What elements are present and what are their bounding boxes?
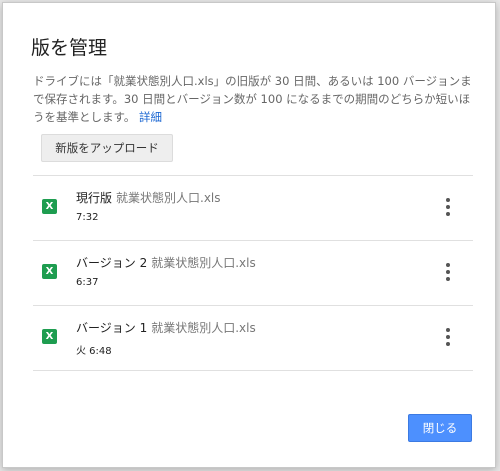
version-list: X 現行版 就業状態別人口.xls 7:32 X バージョン 2 就業状態別人口.x… bbox=[33, 175, 473, 371]
more-options-icon[interactable] bbox=[441, 328, 455, 346]
description-text: ドライブには「就業状態別人口.xls」の旧版が 30 日間、あるいは 100 バ… bbox=[33, 74, 472, 124]
more-options-icon[interactable] bbox=[441, 263, 455, 281]
close-button[interactable]: 閉じる bbox=[408, 414, 472, 442]
version-row-2: X バージョン 2 就業状態別人口.xls 6:37 bbox=[33, 240, 473, 305]
version-time: 6:37 bbox=[76, 277, 99, 288]
version-title-line: 現行版 就業状態別人口.xls bbox=[76, 189, 221, 206]
more-options-icon[interactable] bbox=[441, 198, 455, 216]
dot bbox=[446, 263, 450, 267]
version-filename: 就業状態別人口.xls bbox=[151, 256, 256, 270]
dot bbox=[446, 342, 450, 346]
learn-more-link[interactable]: 詳細 bbox=[139, 110, 162, 124]
dot bbox=[446, 270, 450, 274]
upload-new-version-button[interactable]: 新版をアップロード bbox=[41, 134, 173, 162]
dot bbox=[446, 277, 450, 281]
version-time: 7:32 bbox=[76, 212, 99, 223]
dialog-description: ドライブには「就業状態別人口.xls」の旧版が 30 日間、あるいは 100 バ… bbox=[33, 72, 473, 126]
version-row-1: X バージョン 1 就業状態別人口.xls 火 6:48 bbox=[33, 305, 473, 371]
dot bbox=[446, 205, 450, 209]
dot bbox=[446, 212, 450, 216]
version-title-line: バージョン 1 就業状態別人口.xls bbox=[76, 319, 256, 336]
version-time: 火 6:48 bbox=[76, 346, 112, 357]
excel-file-icon: X bbox=[42, 329, 57, 344]
version-label: バージョン 1 bbox=[76, 321, 148, 335]
excel-file-icon: X bbox=[42, 199, 57, 214]
version-filename: 就業状態別人口.xls bbox=[116, 191, 221, 205]
dot bbox=[446, 198, 450, 202]
version-row-current: X 現行版 就業状態別人口.xls 7:32 bbox=[33, 175, 473, 240]
dialog-title: 版を管理 bbox=[31, 37, 108, 59]
version-filename: 就業状態別人口.xls bbox=[151, 321, 256, 335]
dot bbox=[446, 328, 450, 332]
version-label: バージョン 2 bbox=[76, 256, 148, 270]
version-label: 現行版 bbox=[76, 191, 113, 205]
dot bbox=[446, 335, 450, 339]
version-title-line: バージョン 2 就業状態別人口.xls bbox=[76, 254, 256, 271]
excel-file-icon: X bbox=[42, 264, 57, 279]
manage-versions-dialog: 版を管理 ドライブには「就業状態別人口.xls」の旧版が 30 日間、あるいは … bbox=[2, 2, 496, 468]
